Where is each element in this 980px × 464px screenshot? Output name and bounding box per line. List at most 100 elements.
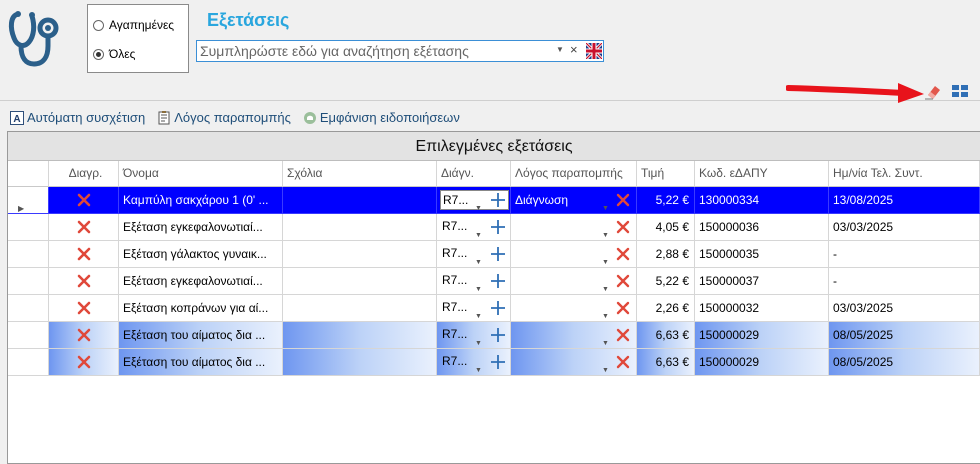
- delete-cell[interactable]: [49, 214, 119, 241]
- radio-favorites[interactable]: Αγαπημένες: [93, 18, 174, 32]
- table-row[interactable]: Εξέταση κοπράνων για αί... R7... ▼ ▼ 2,26 €1…: [8, 295, 980, 322]
- reason-cell[interactable]: ▼: [511, 349, 637, 376]
- exam-comments[interactable]: [283, 268, 437, 295]
- row-indicator[interactable]: [8, 214, 49, 241]
- table-row[interactable]: Εξέταση γάλακτος γυναικ... R7... ▼ ▼ 2,88 €1…: [8, 241, 980, 268]
- diagnosis-value[interactable]: R7...: [440, 352, 467, 372]
- diagnosis-value[interactable]: R7...: [440, 325, 467, 345]
- table-row[interactable]: Εξέταση εγκεφαλονωτιαί... R7... ▼ ▼ 4,05 €15…: [8, 214, 980, 241]
- chevron-down-icon[interactable]: ▼: [475, 331, 482, 348]
- clear-reason-icon[interactable]: [616, 247, 630, 261]
- reason-cell[interactable]: ▼: [511, 268, 637, 295]
- table-row[interactable]: Εξέταση του αίματος δια ... R7... ▼ ▼ 6,63 €…: [8, 322, 980, 349]
- reason-cell[interactable]: ▼: [511, 241, 637, 268]
- clear-reason-icon[interactable]: [616, 193, 630, 207]
- column-header-code[interactable]: Κωδ. εΔΑΠΥ: [695, 161, 829, 187]
- add-icon[interactable]: [491, 193, 505, 207]
- chevron-down-icon[interactable]: ▼: [602, 277, 609, 294]
- diagnosis-value[interactable]: R7...: [440, 217, 467, 237]
- clear-icon[interactable]: ×: [570, 42, 578, 57]
- column-header-price[interactable]: Τιμή: [637, 161, 695, 187]
- row-indicator[interactable]: [8, 241, 49, 268]
- reason-value[interactable]: Διάγνωση: [515, 193, 568, 207]
- diagnosis-value[interactable]: R7...: [440, 298, 467, 318]
- delete-icon[interactable]: [77, 247, 91, 261]
- grid-layout-icon[interactable]: [952, 85, 968, 97]
- exam-name[interactable]: Εξέταση εγκεφαλονωτιαί...: [119, 214, 283, 241]
- referral-reason-button[interactable]: Λόγος παραπομπής: [157, 110, 291, 125]
- column-header-comments[interactable]: Σχόλια: [283, 161, 437, 187]
- uk-flag-icon[interactable]: [586, 43, 602, 59]
- exam-comments[interactable]: [283, 187, 437, 214]
- exam-name[interactable]: Καμπύλη σακχάρου 1 (0' ...: [119, 187, 283, 214]
- diagnosis-cell[interactable]: R7... ▼: [437, 295, 511, 322]
- exam-name[interactable]: Εξέταση γάλακτος γυναικ...: [119, 241, 283, 268]
- exam-comments[interactable]: [283, 295, 437, 322]
- delete-icon[interactable]: [77, 301, 91, 315]
- diagnosis-cell[interactable]: R7... ▼: [437, 349, 511, 376]
- chevron-down-icon[interactable]: ▼: [556, 45, 564, 54]
- search-input[interactable]: [200, 42, 550, 60]
- reason-cell[interactable]: Διάγνωση ▼: [511, 187, 637, 214]
- chevron-down-icon[interactable]: ▼: [602, 223, 609, 240]
- chevron-down-icon[interactable]: ▼: [475, 223, 482, 240]
- add-icon[interactable]: [491, 274, 505, 288]
- diagnosis-cell[interactable]: R7... ▼: [437, 214, 511, 241]
- delete-icon[interactable]: [77, 355, 91, 369]
- delete-icon[interactable]: [77, 193, 91, 207]
- row-indicator[interactable]: [8, 322, 49, 349]
- delete-icon[interactable]: [77, 274, 91, 288]
- exam-name[interactable]: Εξέταση του αίματος δια ...: [119, 349, 283, 376]
- diagnosis-cell[interactable]: R7... ▼: [437, 322, 511, 349]
- delete-cell[interactable]: [49, 268, 119, 295]
- row-indicator[interactable]: [8, 268, 49, 295]
- exam-comments[interactable]: [283, 349, 437, 376]
- diagnosis-cell[interactable]: R7... ▼: [437, 241, 511, 268]
- clear-reason-icon[interactable]: [616, 355, 630, 369]
- table-row[interactable]: Εξέταση εγκεφαλονωτιαί... R7... ▼ ▼ 5,22 €15…: [8, 268, 980, 295]
- exam-name[interactable]: Εξέταση κοπράνων για αί...: [119, 295, 283, 322]
- clear-reason-icon[interactable]: [616, 328, 630, 342]
- clear-reason-icon[interactable]: [616, 274, 630, 288]
- clear-reason-icon[interactable]: [616, 220, 630, 234]
- exam-name[interactable]: Εξέταση του αίματος δια ...: [119, 322, 283, 349]
- column-header-last-date[interactable]: Ημ/νία Τελ. Συντ.: [829, 161, 980, 187]
- chevron-down-icon[interactable]: ▼: [475, 277, 482, 294]
- chevron-down-icon[interactable]: ▼: [602, 304, 609, 321]
- exam-comments[interactable]: [283, 241, 437, 268]
- chevron-down-icon[interactable]: ▼: [475, 304, 482, 321]
- exam-comments[interactable]: [283, 214, 437, 241]
- row-indicator[interactable]: [8, 349, 49, 376]
- chevron-down-icon[interactable]: ▼: [475, 250, 482, 267]
- radio-dot[interactable]: [93, 19, 104, 31]
- add-icon[interactable]: [491, 301, 505, 315]
- radio-dot[interactable]: [93, 48, 104, 60]
- diagnosis-cell[interactable]: R7... ▼: [437, 187, 511, 214]
- add-icon[interactable]: [491, 220, 505, 234]
- delete-cell[interactable]: [49, 187, 119, 214]
- chevron-down-icon[interactable]: ▼: [602, 250, 609, 267]
- delete-icon[interactable]: [77, 328, 91, 342]
- radio-all[interactable]: Όλες: [93, 47, 135, 61]
- add-icon[interactable]: [491, 355, 505, 369]
- auto-match-button[interactable]: A Αυτόματη συσχέτιση: [10, 110, 145, 125]
- delete-cell[interactable]: [49, 295, 119, 322]
- column-header-reason[interactable]: Λόγος παραπομπής: [511, 161, 637, 187]
- delete-cell[interactable]: [49, 349, 119, 376]
- delete-cell[interactable]: [49, 322, 119, 349]
- eraser-icon[interactable]: [924, 82, 942, 100]
- delete-icon[interactable]: [77, 220, 91, 234]
- table-row[interactable]: ▶ Καμπύλη σακχάρου 1 (0' ... R7... ▼ Διάγνωσ…: [8, 187, 980, 214]
- chevron-down-icon[interactable]: ▼: [475, 358, 482, 375]
- diagnosis-value[interactable]: R7...: [440, 271, 467, 291]
- row-indicator[interactable]: ▶: [8, 187, 49, 214]
- add-icon[interactable]: [491, 247, 505, 261]
- row-indicator[interactable]: [8, 295, 49, 322]
- reason-cell[interactable]: ▼: [511, 295, 637, 322]
- clear-reason-icon[interactable]: [616, 301, 630, 315]
- chevron-down-icon[interactable]: ▼: [475, 196, 482, 213]
- chevron-down-icon[interactable]: ▼: [602, 196, 609, 213]
- reason-cell[interactable]: ▼: [511, 322, 637, 349]
- chevron-down-icon[interactable]: ▼: [602, 358, 609, 375]
- exam-comments[interactable]: [283, 322, 437, 349]
